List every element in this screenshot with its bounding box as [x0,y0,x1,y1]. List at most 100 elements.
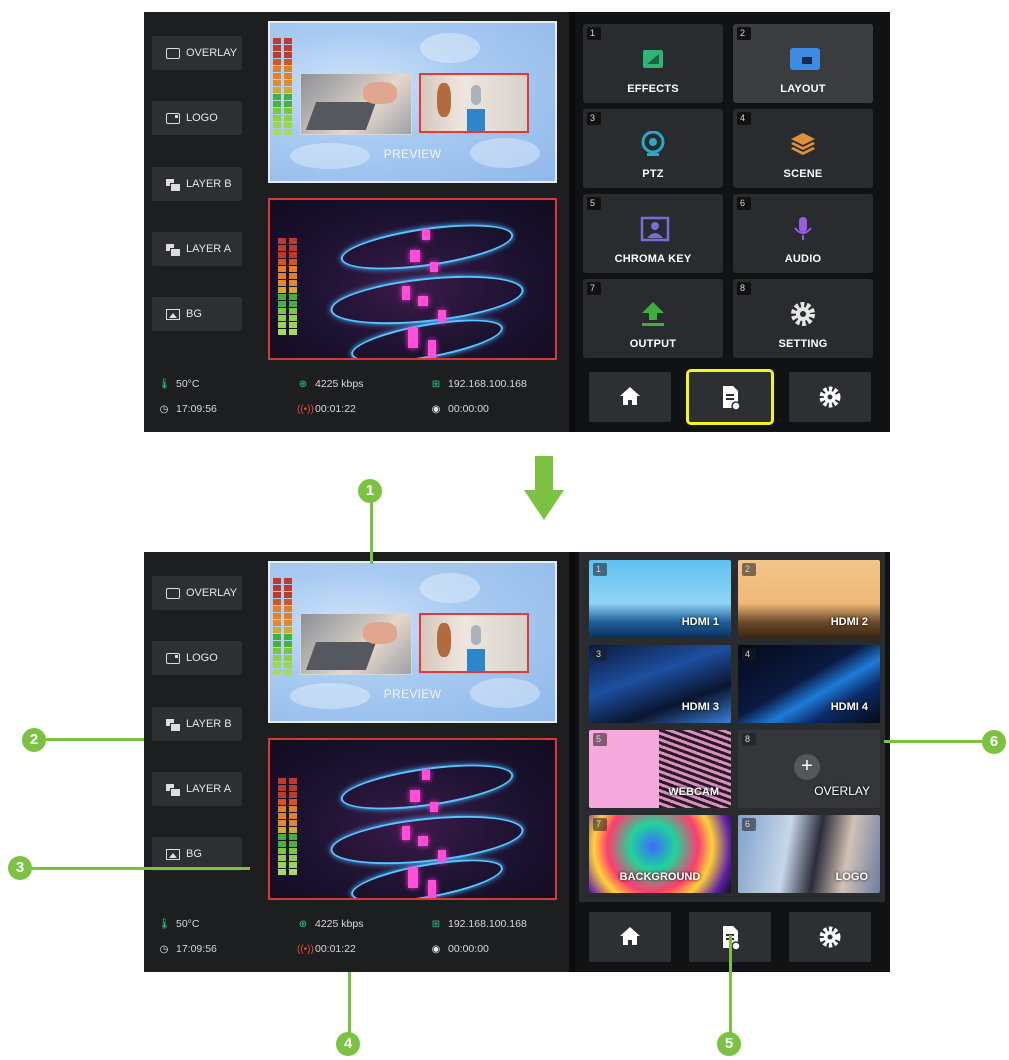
tile-output[interactable]: 7 OUTPUT [583,279,723,358]
mic-stand-image [467,649,485,671]
clock-icon: ◷ [159,403,169,415]
program-monitor[interactable] [268,738,557,900]
meter-segment [278,834,286,840]
source-tile-background[interactable]: 7 BACKGROUND [589,815,731,893]
tile-label: AUDIO [784,253,822,265]
pip-window-1 [300,613,412,675]
layer-b-label: LAYER B [186,178,232,190]
source-number: 8 [742,733,756,746]
meter-segment [273,578,281,584]
preview-audio-meter [273,38,292,135]
source-tile-hdmi-2[interactable]: 2 HDMI 2 [738,560,880,638]
preview-monitor[interactable]: PREVIEW [268,561,557,723]
tile-effects[interactable]: 1 EFFECTS [583,24,723,103]
home-button[interactable] [589,912,671,962]
program-monitor[interactable] [268,198,557,360]
meter-segment [278,862,286,868]
logo-button[interactable]: LOGO [152,641,242,675]
preview-monitor[interactable]: PREVIEW [268,21,557,183]
meter-segment [289,301,297,307]
meter-channel [278,778,286,875]
device-screen-before: OVERLAY LOGO LAYER B LAYER A BG PREVIEW [144,12,890,432]
overlay-button[interactable]: OVERLAY [152,36,242,70]
neon-block [408,328,418,348]
pip-window-2 [419,73,529,133]
function-pane: 1 EFFECTS 2 LAYOUT 3 PTZ 4 SCENE 5 CHROMA KEY 6 AUD… [575,12,890,432]
meter-segment [289,792,297,798]
meter-segment [284,101,292,107]
record-time-status: ◉ 00:00:00 [430,943,489,955]
source-tile-logo[interactable]: 6 LOGO [738,815,880,893]
meter-segment [284,655,292,661]
preview-audio-meter [273,578,292,675]
meter-segment [278,813,286,819]
meter-segment [284,662,292,668]
source-tile-hdmi-1[interactable]: 1 HDMI 1 [589,560,731,638]
ip-value: 192.168.100.168 [448,378,527,390]
source-label: HDMI 1 [681,616,719,628]
neon-block [422,770,430,780]
bg-button[interactable]: BG [152,837,242,871]
bitrate-value: 4225 kbps [315,918,364,930]
neon-block [408,868,418,888]
neon-block [418,296,428,306]
hand-image [363,622,397,644]
bg-label: BG [186,848,202,860]
record-time-status: ◉ 00:00:00 [430,403,489,415]
image-icon [166,308,180,320]
meter-segment [278,238,286,244]
ip-status: ⊞ 192.168.100.168 [430,918,527,930]
bg-button[interactable]: BG [152,297,242,331]
source-label: HDMI 4 [830,701,868,713]
source-tile-hdmi-3[interactable]: 3 HDMI 3 [589,645,731,723]
tile-chroma-key[interactable]: 5 CHROMA KEY [583,194,723,273]
temperature-value: 50°C [176,378,200,390]
source-tile-overlay[interactable]: 8 + OVERLAY [738,730,880,808]
meter-segment [278,315,286,321]
meter-segment [273,59,281,65]
source-tile-hdmi-4[interactable]: 4 HDMI 4 [738,645,880,723]
tile-scene[interactable]: 4 SCENE [733,109,873,188]
settings-button[interactable] [789,372,871,422]
layer-b-icon [166,718,181,732]
meter-segment [278,308,286,314]
source-tile-webcam[interactable]: 5 WEBCAM [589,730,731,808]
callout-line-2 [46,738,144,741]
overlay-button[interactable]: OVERLAY [152,576,242,610]
layer-b-button[interactable]: LAYER B [152,707,242,741]
layer-a-button[interactable]: LAYER A [152,232,242,266]
add-icon[interactable]: + [794,754,820,780]
temperature-value: 50°C [176,918,200,930]
layer-a-button[interactable]: LAYER A [152,772,242,806]
meter-segment [289,862,297,868]
tile-label: SCENE [783,168,823,180]
meter-segment [278,820,286,826]
neon-block [402,286,410,300]
meter-segment [289,813,297,819]
meter-segment [289,855,297,861]
meter-segment [289,273,297,279]
source-number: 3 [593,648,607,661]
tile-layout[interactable]: 2 LAYOUT [733,24,873,103]
meter-segment [289,806,297,812]
settings-button[interactable] [789,912,871,962]
callout-line-3 [30,867,250,870]
source-button[interactable] [686,369,774,425]
meter-segment [278,778,286,784]
stream-time-status: ((•)) 00:01:22 [297,943,356,955]
meter-segment [289,245,297,251]
meter-segment [289,329,297,335]
meter-segment [273,87,281,93]
layer-b-label: LAYER B [186,718,232,730]
overlay-icon [166,47,180,59]
layer-b-button[interactable]: LAYER B [152,167,242,201]
gear-icon [819,926,841,948]
tile-audio[interactable]: 6 AUDIO [733,194,873,273]
meter-channel [273,38,281,135]
layer-a-icon [166,243,181,257]
logo-button[interactable]: LOGO [152,101,242,135]
tile-setting[interactable]: 8 SETTING [733,279,873,358]
tile-ptz[interactable]: 3 PTZ [583,109,723,188]
meter-segment [289,280,297,286]
home-button[interactable] [589,372,671,422]
